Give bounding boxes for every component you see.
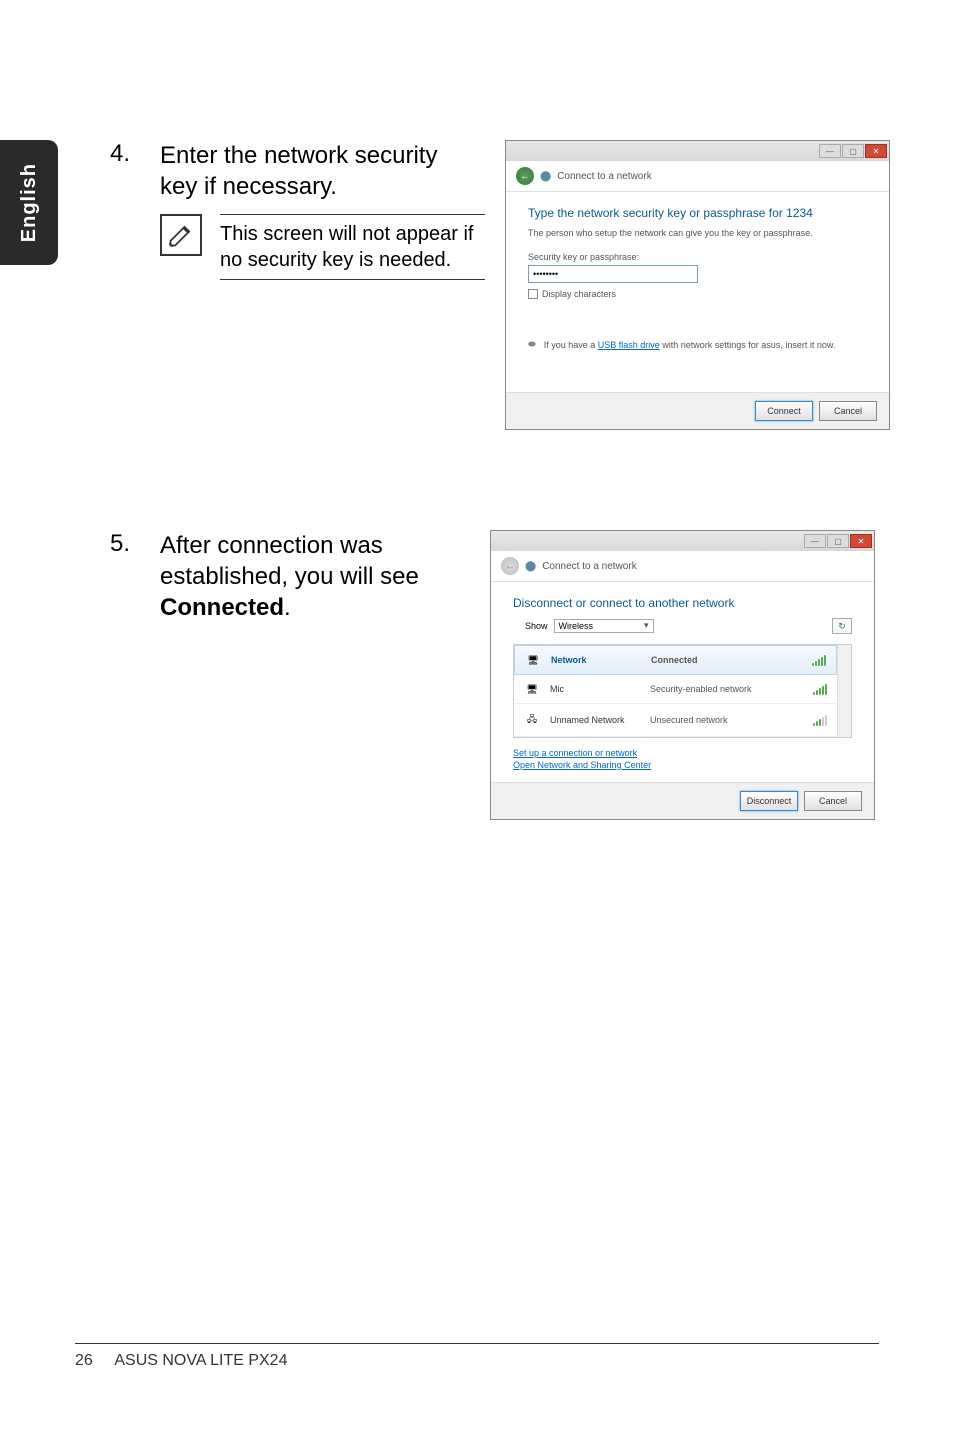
step-number: 5. bbox=[110, 530, 160, 820]
step-text: Enter the network security key if necess… bbox=[160, 140, 470, 202]
network-item[interactable]: 🖥 Mic Security-enabled network bbox=[514, 675, 837, 704]
step-body: Enter the network security key if necess… bbox=[160, 140, 890, 430]
network-icon: ⬤ bbox=[540, 171, 551, 182]
disconnect-button[interactable]: Disconnect bbox=[740, 791, 798, 811]
network-icon: 🖧 bbox=[524, 712, 540, 728]
page-footer: 26 ASUS NOVA LITE PX24 bbox=[75, 1343, 879, 1370]
step-number: 4. bbox=[110, 140, 160, 430]
nav-row: ← ⬤ Connect to a network bbox=[491, 551, 874, 582]
dialog-body: Type the network security key or passphr… bbox=[506, 192, 889, 392]
step-5: 5. After connection was established, you… bbox=[110, 530, 890, 820]
titlebar: — ▢ ✕ bbox=[491, 531, 874, 551]
dialog-heading: Type the network security key or passphr… bbox=[528, 206, 867, 220]
usb-link[interactable]: USB flash drive bbox=[598, 340, 660, 350]
network-status: Security-enabled network bbox=[650, 684, 803, 694]
signal-icon bbox=[812, 654, 826, 666]
nav-title: Connect to a network bbox=[542, 561, 637, 572]
page-number: 26 bbox=[75, 1352, 93, 1369]
signal-icon bbox=[813, 714, 827, 726]
display-chars-label: Display characters bbox=[542, 289, 616, 299]
language-label: English bbox=[18, 163, 41, 242]
network-name: Unnamed Network bbox=[550, 715, 640, 725]
usb-hint-row: ⬬ If you have a USB flash drive with net… bbox=[528, 339, 867, 350]
close-button[interactable]: ✕ bbox=[850, 534, 872, 548]
checkbox-icon bbox=[528, 289, 538, 299]
nav-title: Connect to a network bbox=[557, 171, 652, 182]
maximize-button[interactable]: ▢ bbox=[827, 534, 849, 548]
field-label: Security key or passphrase: bbox=[528, 252, 867, 262]
pc-icon: 🖥 bbox=[524, 684, 540, 695]
network-item[interactable]: 🖥 Network Connected bbox=[514, 645, 837, 675]
minimize-button[interactable]: — bbox=[804, 534, 826, 548]
dialog-footer: Disconnect Cancel bbox=[491, 782, 874, 819]
dialog-body: Disconnect or connect to another network… bbox=[491, 582, 874, 782]
cancel-button[interactable]: Cancel bbox=[804, 791, 862, 811]
network-name: Mic bbox=[550, 684, 640, 694]
maximize-button[interactable]: ▢ bbox=[842, 144, 864, 158]
language-tab: English bbox=[0, 140, 58, 265]
network-item[interactable]: 🖧 Unnamed Network Unsecured network bbox=[514, 704, 837, 737]
network-name: Network bbox=[551, 655, 641, 665]
setup-connection-link[interactable]: Set up a connection or network bbox=[513, 748, 852, 758]
page-content: 4. Enter the network security key if nec… bbox=[110, 140, 890, 860]
connect-button[interactable]: Connect bbox=[755, 401, 813, 421]
signal-icon bbox=[813, 683, 827, 695]
titlebar: — ▢ ✕ bbox=[506, 141, 889, 161]
dialog-footer: Connect Cancel bbox=[506, 392, 889, 429]
network-list: 🖥 Network Connected 🖥 Mic Security-enabl… bbox=[513, 644, 852, 738]
refresh-button[interactable]: ↻ bbox=[832, 618, 852, 634]
nav-row: ← ⬤ Connect to a network bbox=[506, 161, 889, 192]
security-key-input[interactable]: •••••••• bbox=[528, 265, 698, 283]
step-4: 4. Enter the network security key if nec… bbox=[110, 140, 890, 430]
scrollbar[interactable] bbox=[837, 645, 851, 737]
show-select[interactable]: Wireless bbox=[554, 619, 654, 633]
security-key-dialog: — ▢ ✕ ← ⬤ Connect to a network Type the … bbox=[505, 140, 890, 430]
show-filter-row: Show Wireless ↻ bbox=[513, 618, 852, 634]
network-status: Connected bbox=[651, 655, 802, 665]
pc-icon: 🖥 bbox=[525, 655, 541, 666]
network-status: Unsecured network bbox=[650, 715, 803, 725]
cancel-button[interactable]: Cancel bbox=[819, 401, 877, 421]
dialog-subtext: The person who setup the network can giv… bbox=[528, 228, 867, 238]
network-list-dialog: — ▢ ✕ ← ⬤ Connect to a network Disconnec… bbox=[490, 530, 875, 820]
back-button[interactable]: ← bbox=[501, 557, 519, 575]
dialog-heading: Disconnect or connect to another network bbox=[513, 596, 852, 610]
note-icon bbox=[160, 214, 202, 256]
step-left: Enter the network security key if necess… bbox=[160, 140, 485, 430]
back-button[interactable]: ← bbox=[516, 167, 534, 185]
note-row: This screen will not appear if no securi… bbox=[160, 214, 485, 280]
step-text: After connection was established, you wi… bbox=[160, 530, 470, 820]
network-icon: ⬤ bbox=[525, 561, 536, 572]
usb-text: If you have a USB flash drive with netwo… bbox=[544, 340, 836, 350]
bottom-links: Set up a connection or network Open Netw… bbox=[513, 748, 852, 770]
note-text: This screen will not appear if no securi… bbox=[220, 214, 485, 280]
show-label: Show bbox=[525, 621, 548, 631]
close-button[interactable]: ✕ bbox=[865, 144, 887, 158]
minimize-button[interactable]: — bbox=[819, 144, 841, 158]
step-body: After connection was established, you wi… bbox=[160, 530, 890, 820]
open-sharing-center-link[interactable]: Open Network and Sharing Center bbox=[513, 760, 852, 770]
usb-icon: ⬬ bbox=[528, 339, 536, 350]
display-chars-row[interactable]: Display characters bbox=[528, 289, 867, 299]
footer-title: ASUS NOVA LITE PX24 bbox=[114, 1352, 287, 1369]
